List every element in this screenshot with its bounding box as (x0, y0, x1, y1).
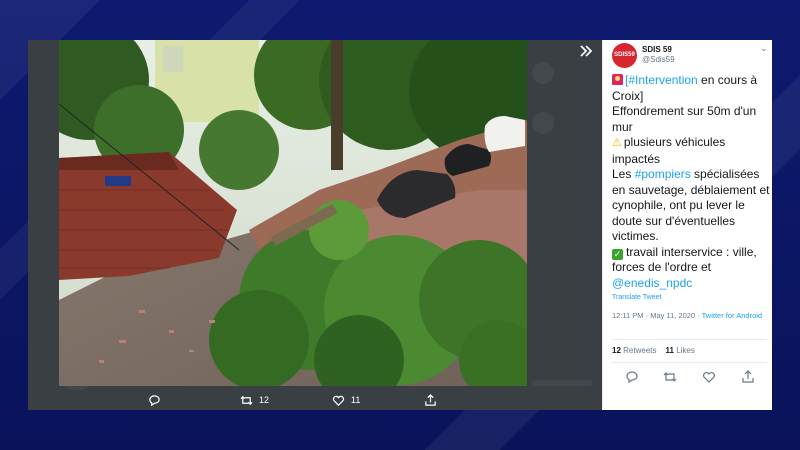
tweet-share-button[interactable] (741, 370, 755, 384)
share-button[interactable] (424, 391, 437, 409)
tweet-text-line: mur (612, 119, 633, 134)
tweet-reply-button[interactable] (625, 370, 639, 384)
tweet-text: [#Intervention en cours à Croix] Effondr… (612, 73, 770, 291)
tweet-text-line: Effondrement sur 50m d'un (612, 104, 757, 118)
background-avatar (532, 112, 554, 134)
tweet-text-segment: spécialisées (690, 167, 760, 181)
background-avatar (532, 62, 554, 84)
tweet-text-line: en sauvetage, déblaiement et (612, 182, 770, 197)
engagement-stats: 12 Retweets 11 Likes (612, 346, 695, 355)
check-mark-icon: ✓ (612, 248, 623, 260)
media-lightbox: 12 11 SDIS59 SDIS 59 @Sdis59 ⌄ [#Interve… (28, 40, 772, 410)
street-sign (105, 176, 131, 186)
reply-button[interactable] (148, 391, 167, 409)
translate-tweet-link[interactable]: Translate Tweet (612, 294, 661, 301)
tweet-photo[interactable] (59, 40, 527, 386)
retweets-label: Retweets (623, 346, 657, 355)
tweet-source-link[interactable]: Twitter for Android (702, 311, 762, 320)
display-name[interactable]: SDIS 59 (642, 45, 672, 54)
background-bar (532, 380, 592, 386)
likes-label: Likes (676, 346, 695, 355)
tweet-action-row (603, 370, 772, 386)
avatar[interactable]: SDIS59 (612, 43, 637, 68)
retweet-icon (240, 395, 253, 405)
collapse-panel-button[interactable] (576, 44, 596, 64)
retweets-stat[interactable]: 12 Retweets (612, 346, 657, 355)
mention-enedis-link[interactable]: @enedis_npdc (612, 276, 770, 292)
divider (612, 362, 767, 363)
collapsed-wall-photo (59, 40, 527, 386)
likes-stat[interactable]: 11 Likes (666, 346, 695, 355)
tweet-text-segment: en cours à (697, 73, 758, 87)
reply-icon (149, 394, 160, 406)
tweet-text-line: cynophile, ont pu lever le (612, 198, 745, 212)
white-van (484, 116, 525, 152)
tweet-text-line: forces de l'ordre et (612, 260, 712, 274)
retweet-button[interactable]: 12 (240, 391, 269, 409)
media-pane: 12 11 (28, 40, 602, 410)
double-chevron-right-icon (580, 45, 593, 57)
hashtag-pompiers-link[interactable]: #pompiers (635, 167, 691, 181)
warning-icon: ⚠ (612, 137, 622, 149)
like-count: 11 (351, 395, 361, 405)
tweet-text-line: Croix] (612, 88, 644, 103)
tweet-text-segment: plusieurs véhicules (623, 135, 726, 149)
tweet-text-segment: Les (612, 167, 635, 181)
divider (612, 339, 767, 340)
media-action-bar: 12 11 (28, 390, 602, 410)
likes-count: 11 (665, 346, 674, 355)
user-handle[interactable]: @Sdis59 (642, 55, 675, 64)
tweet-detail-panel: SDIS59 SDIS 59 @Sdis59 ⌄ [#Intervention … (602, 40, 772, 410)
reply-icon (626, 371, 638, 384)
tweet-text-line: victimes. (612, 229, 659, 243)
heart-icon (332, 395, 345, 406)
retweet-count: 12 (259, 395, 270, 405)
tweet-retweet-button[interactable] (663, 370, 677, 384)
avatar-label: SDIS59 (614, 52, 635, 58)
retweet-icon (663, 372, 677, 382)
tweet-like-button[interactable] (702, 370, 716, 384)
tweet-text-line: impactés (612, 151, 661, 166)
tweet-text-segment: travail interservice : ville, (626, 244, 757, 259)
tweet-timestamp[interactable]: 12:11 PM · May 11, 2020 · (612, 311, 702, 320)
retweets-count: 12 (612, 346, 621, 355)
tweet-text-line: doute sur d'éventuelles (612, 213, 736, 228)
tweet-metadata: 12:11 PM · May 11, 2020 · Twitter for An… (612, 311, 770, 321)
like-button[interactable]: 11 (332, 391, 360, 409)
heart-icon (703, 372, 715, 383)
tweet-menu-button[interactable]: ⌄ (760, 43, 768, 54)
share-icon (425, 393, 436, 406)
siren-icon (612, 74, 623, 85)
chevron-down-icon: ⌄ (760, 43, 768, 53)
hashtag-intervention-link[interactable]: [#Intervention (625, 73, 698, 87)
share-icon (742, 370, 754, 383)
